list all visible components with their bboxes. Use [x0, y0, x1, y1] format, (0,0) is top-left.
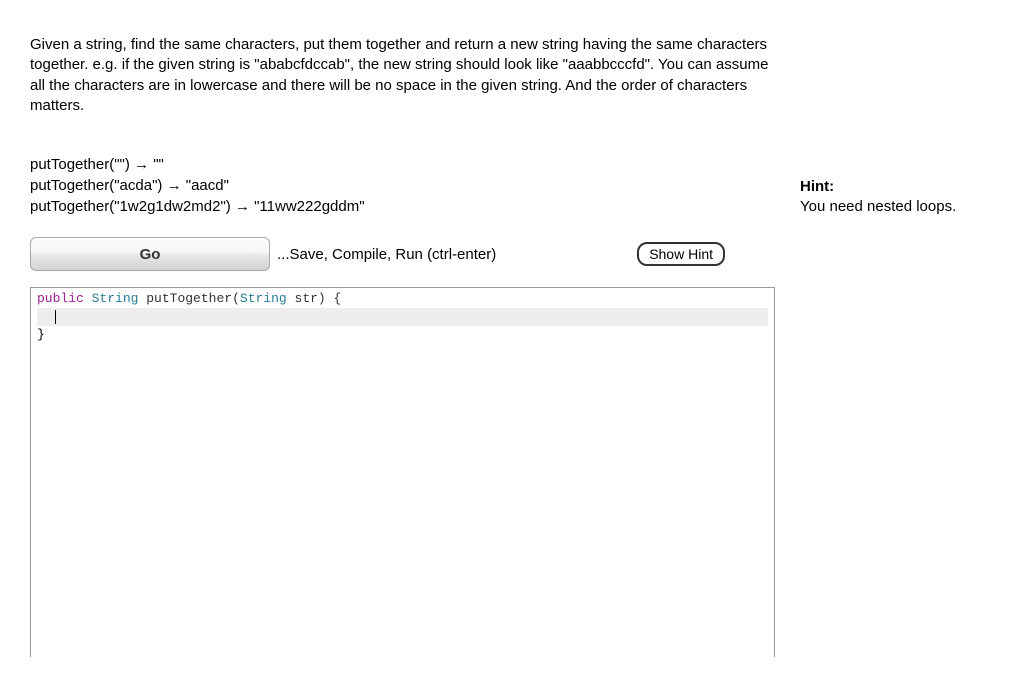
code-line: }	[37, 326, 768, 344]
function-name: putTogether	[146, 291, 232, 306]
problem-description: Given a string, find the same characters…	[30, 35, 775, 116]
keyword-type: String	[240, 291, 287, 306]
code-line: public String putTogether(String str) {	[37, 290, 768, 308]
example-line: putTogether("") → ""	[30, 154, 775, 175]
example-result: "aacd"	[186, 177, 229, 194]
code-line	[37, 308, 768, 326]
go-button[interactable]: Go	[30, 237, 270, 271]
code-editor[interactable]: public String putTogether(String str) { …	[30, 287, 775, 657]
param-name: str	[295, 291, 318, 306]
example-line: putTogether("1w2g1dw2md2") → "11ww222gdd…	[30, 196, 775, 217]
hint-label: Hint:	[800, 177, 994, 197]
keyword-type: String	[92, 291, 139, 306]
example-line: putTogether("acda") → "aacd"	[30, 175, 775, 196]
example-call: putTogether("")	[30, 156, 130, 173]
example-result: ""	[153, 156, 164, 173]
text-cursor-icon	[55, 310, 56, 324]
example-call: putTogether("acda")	[30, 177, 162, 194]
arrow-icon: →	[235, 198, 250, 215]
helper-text: ...Save, Compile, Run (ctrl-enter)	[275, 244, 632, 265]
hint-box: Hint: You need nested loops.	[800, 177, 994, 218]
controls-row: Go ...Save, Compile, Run (ctrl-enter) Sh…	[30, 237, 775, 271]
keyword-public: public	[37, 291, 84, 306]
hint-text: You need nested loops.	[800, 197, 994, 217]
example-call: putTogether("1w2g1dw2md2")	[30, 198, 231, 215]
arrow-icon: →	[167, 177, 182, 194]
arrow-icon: →	[134, 156, 149, 173]
examples-block: putTogether("") → "" putTogether("acda")…	[30, 154, 775, 217]
show-hint-button[interactable]: Show Hint	[637, 242, 725, 266]
example-result: "11ww222gddm"	[254, 198, 364, 215]
